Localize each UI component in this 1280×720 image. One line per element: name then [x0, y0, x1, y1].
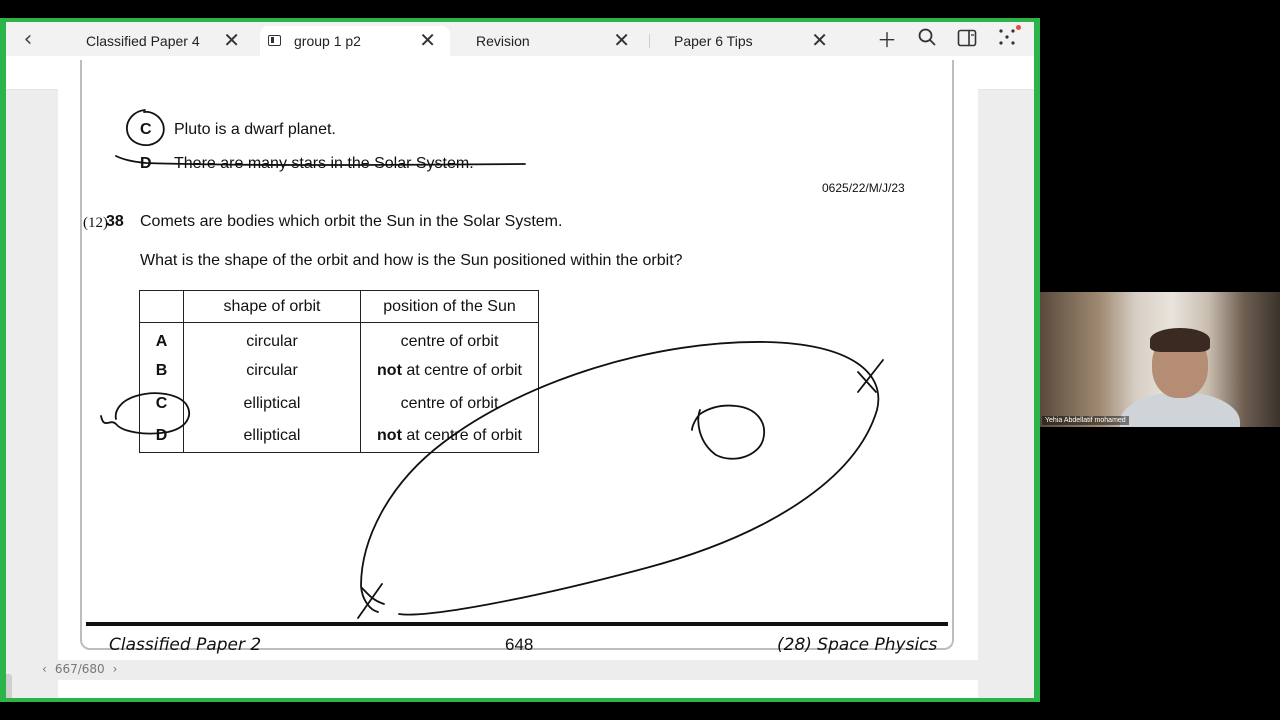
participant-name: Yehia Abdellatif mohamed — [1042, 416, 1129, 425]
close-icon[interactable]: ✕ — [419, 29, 436, 51]
previous-page-icon[interactable]: ‹ — [42, 662, 47, 676]
ink-sun-circle — [691, 404, 765, 460]
tab-label: Paper 6 Tips — [674, 33, 753, 49]
notification-dot — [1016, 25, 1021, 30]
page-indicator[interactable]: ‹ 667/680 › — [42, 658, 142, 680]
tab-bar: ‹ Classified Paper 4 ✕ group 1 p2 ✕ Revi… — [6, 22, 1034, 56]
ink-cross-bottom — [357, 583, 385, 619]
ink-annotations-layer — [100, 109, 884, 619]
tab-paper-6-tips[interactable]: Paper 6 Tips ✕ — [646, 26, 842, 56]
notes-app: ‹ Classified Paper 4 ✕ group 1 p2 ✕ Revi… — [6, 22, 1034, 698]
participant-hair — [1150, 328, 1210, 352]
tab-label: group 1 p2 — [294, 33, 361, 49]
search-icon[interactable] — [913, 27, 941, 53]
document-viewport[interactable]: C Pluto is a dwarf planet. D There are m… — [6, 60, 1034, 698]
close-icon[interactable]: ✕ — [613, 29, 630, 51]
tab-revision[interactable]: Revision ✕ — [448, 26, 644, 56]
ink-strike-option-d — [115, 155, 526, 166]
tab-label: Classified Paper 4 — [86, 33, 200, 49]
new-tab-icon[interactable]: ＋ — [873, 27, 901, 53]
split-view-icon[interactable] — [953, 27, 981, 53]
document-icon — [268, 35, 281, 46]
back-icon[interactable]: ‹ — [14, 26, 42, 54]
ink-ellipse-orbit — [360, 341, 880, 616]
page-indicator-text: 667/680 — [54, 662, 105, 676]
ink-cross-top — [857, 359, 884, 393]
close-icon[interactable]: ✕ — [223, 29, 240, 51]
ink-circle-option-c — [126, 109, 165, 146]
sidebar-handle[interactable] — [6, 674, 12, 698]
ink-circle-answer-d — [100, 392, 190, 435]
tab-group-1-p2[interactable]: group 1 p2 ✕ — [260, 26, 450, 56]
more-menu-icon[interactable] — [993, 27, 1021, 53]
tab-classified-paper-4[interactable]: Classified Paper 4 ✕ — [58, 26, 254, 56]
video-participant-tile[interactable]: Yehia Abdellatif mohamed — [1040, 292, 1280, 427]
next-page-icon[interactable]: › — [113, 662, 118, 676]
app-window-frame: ‹ Classified Paper 4 ✕ group 1 p2 ✕ Revi… — [0, 18, 1040, 702]
close-icon[interactable]: ✕ — [811, 29, 828, 51]
tab-label: Revision — [476, 33, 530, 49]
